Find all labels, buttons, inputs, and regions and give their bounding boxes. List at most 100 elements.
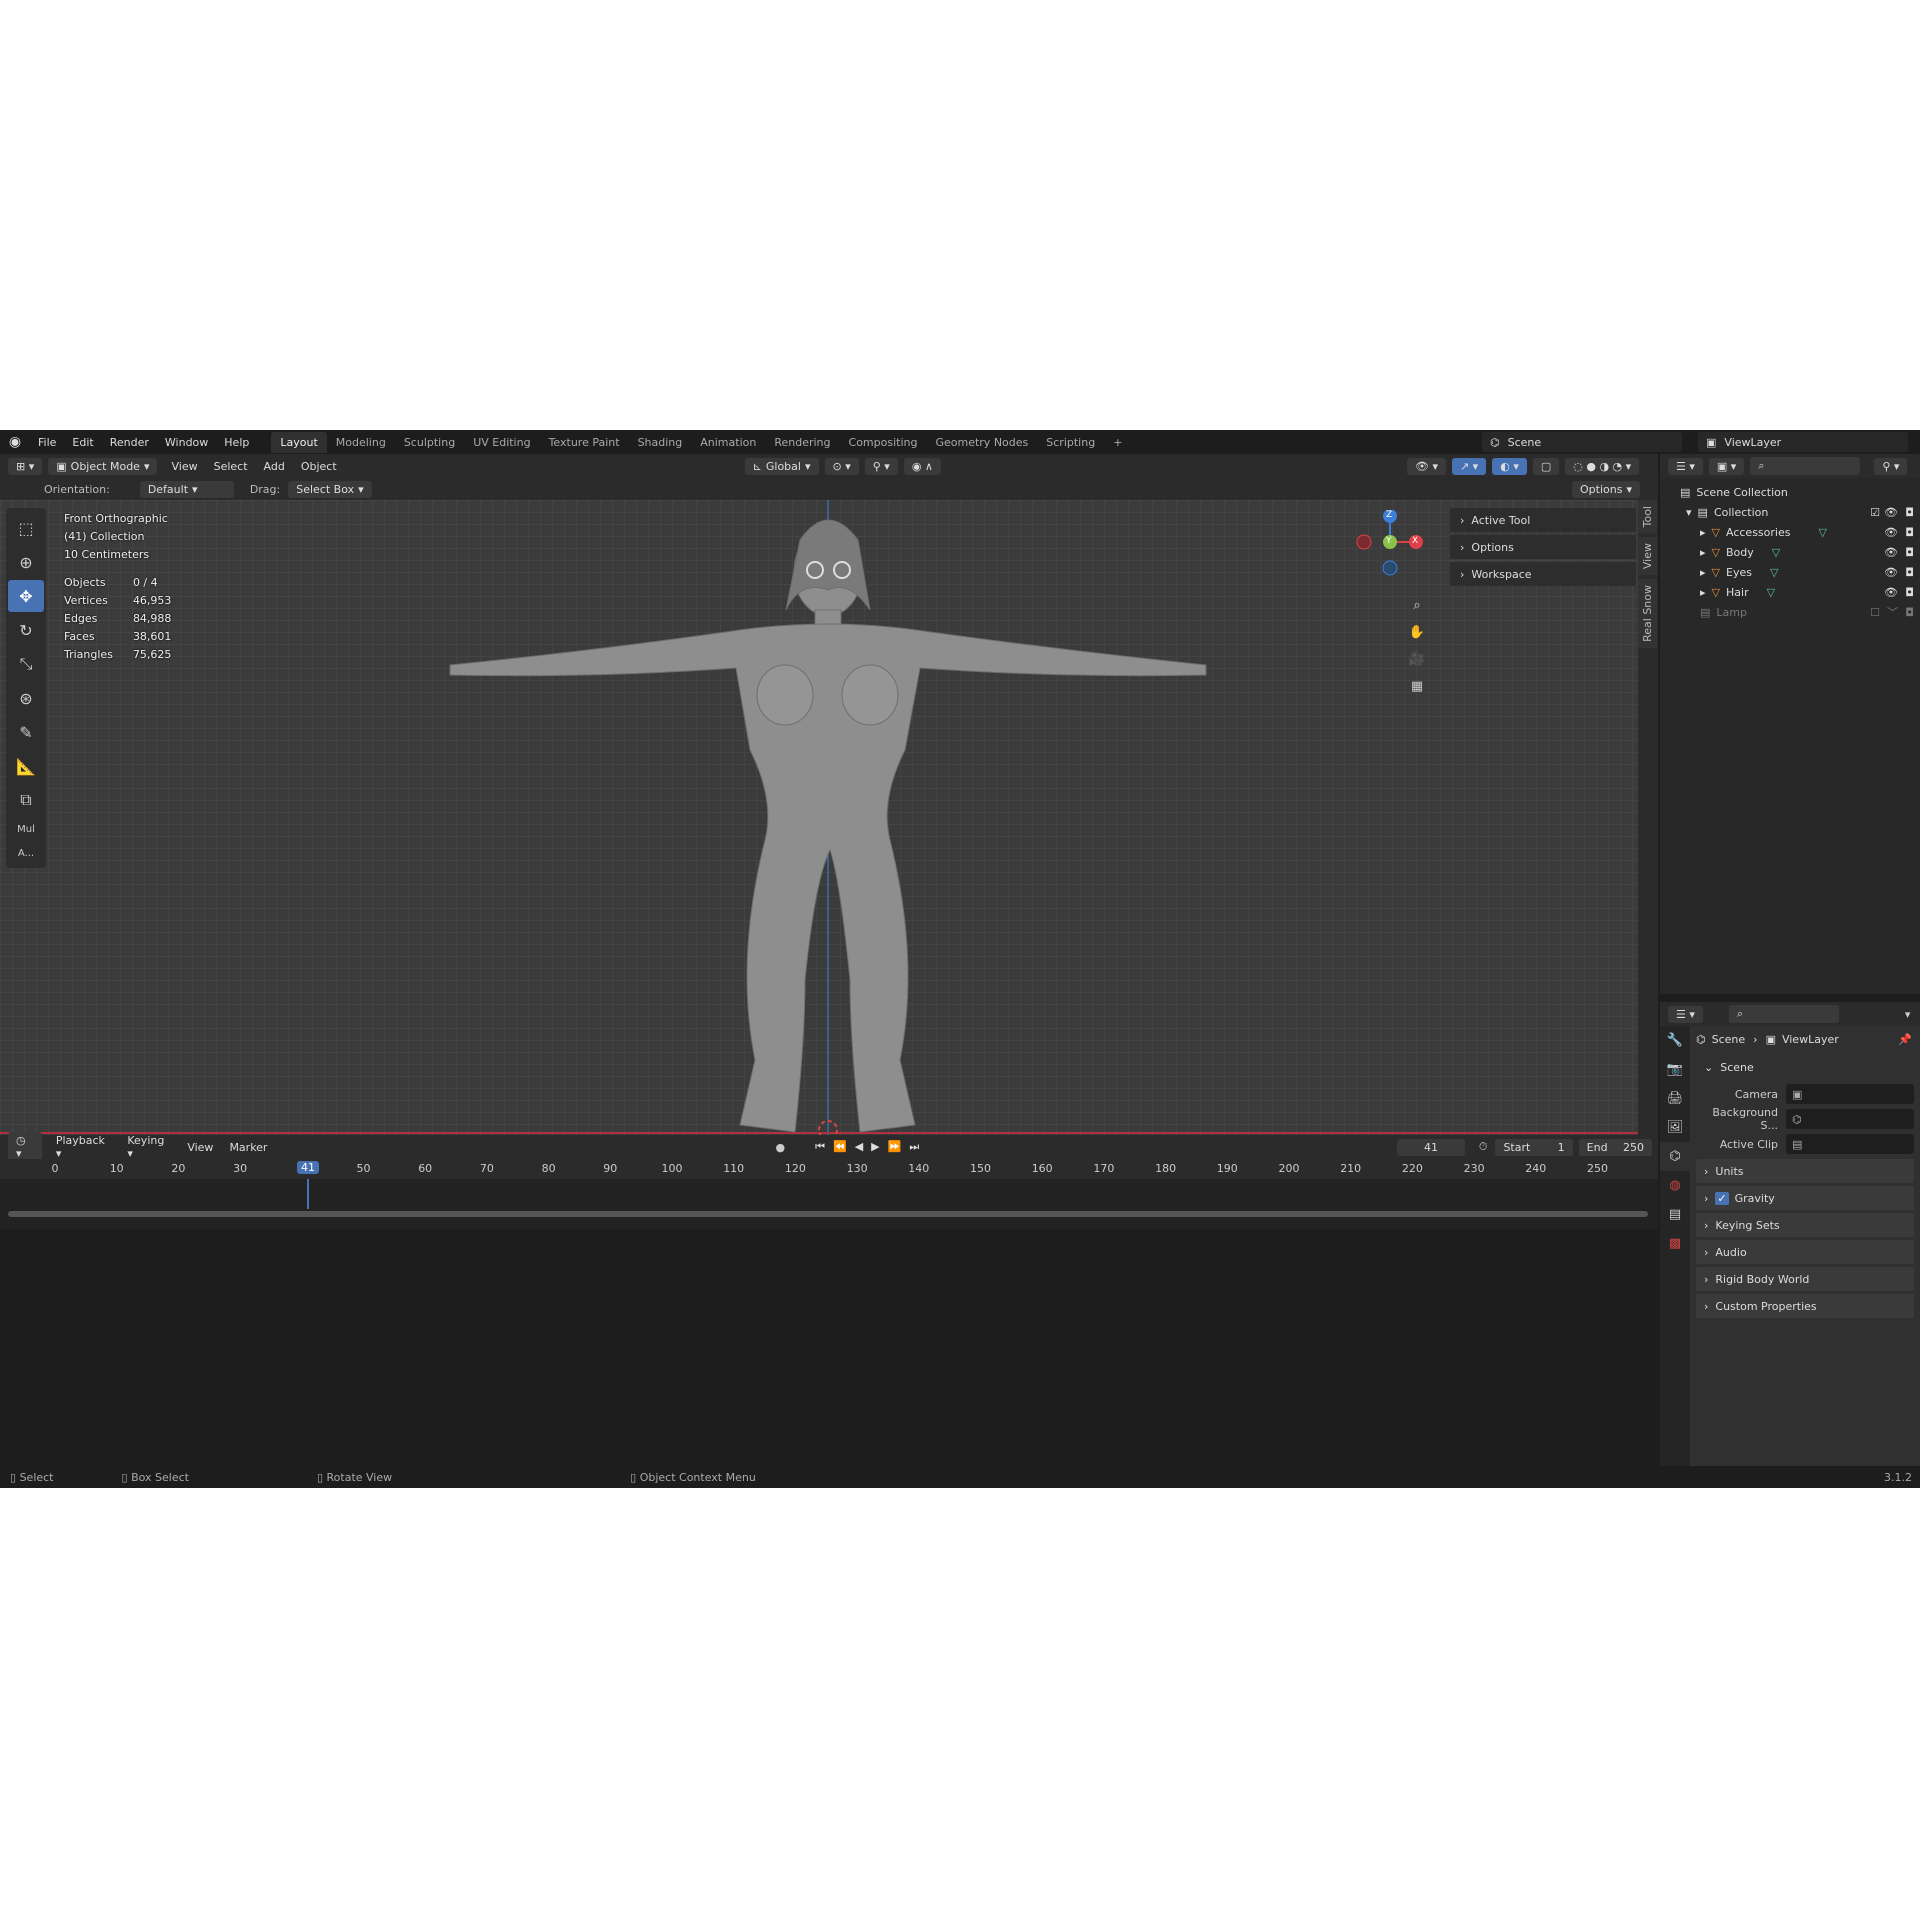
scene-tab-icon[interactable]: ⌬ — [1660, 1142, 1690, 1171]
timeline-editor-icon[interactable]: ◷ ▾ — [8, 1132, 42, 1162]
expand-arrow-icon[interactable]: ▸ — [1700, 526, 1706, 539]
menu-playback[interactable]: Playback ▾ — [48, 1134, 120, 1160]
mesh-data-icon[interactable]: ▽ — [1770, 566, 1778, 579]
world-tab-icon[interactable]: ◍ — [1660, 1171, 1690, 1200]
play-reverse-icon[interactable]: ◀ — [855, 1140, 871, 1153]
panel-active-tool[interactable]: › Active Tool — [1450, 508, 1636, 532]
tab-modeling[interactable]: Modeling — [327, 432, 395, 453]
frame-ruler[interactable]: 41 0 10 20 30 50 60 70 80 90 100 110 120 130 140 150 16… — [0, 1159, 1658, 1179]
camera-input[interactable]: ▣ — [1786, 1084, 1914, 1104]
add-workspace-button[interactable]: + — [1104, 432, 1131, 453]
menu-edit[interactable]: Edit — [64, 436, 101, 449]
tool-tab-icon[interactable]: 🔧 — [1660, 1026, 1690, 1055]
overlay-toggle-icon[interactable]: ◐ ▾ — [1492, 457, 1527, 475]
view-layer-selector[interactable]: ▣ ViewLayer — [1698, 432, 1908, 452]
filter-icon[interactable]: ⚲ ▾ — [1874, 457, 1908, 475]
panel-audio[interactable]: › Audio — [1696, 1240, 1914, 1264]
tab-animation[interactable]: Animation — [691, 432, 765, 453]
outliner-item-body[interactable]: ▸ ▽ Body ▽ 👁 ◘ — [1660, 542, 1920, 562]
collection-row[interactable]: ▾ ▤ Collection ☑ 👁 ◘ — [1660, 502, 1920, 522]
expand-arrow-icon[interactable]: ▸ — [1700, 586, 1706, 599]
tab-texture-paint[interactable]: Texture Paint — [540, 432, 629, 453]
exclude-checkbox[interactable]: ☑ — [1870, 506, 1880, 519]
properties-editor-icon[interactable]: ☰ ▾ — [1668, 1005, 1703, 1023]
character-model[interactable] — [0, 500, 1640, 1135]
options-dropdown[interactable]: Options ▾ — [1572, 480, 1640, 498]
chevron-down-icon[interactable]: ▾ — [1905, 1008, 1911, 1021]
collection-tab-icon[interactable]: ▤ — [1660, 1200, 1690, 1229]
active-clip-input[interactable]: ▤ — [1786, 1134, 1914, 1154]
background-scene-input[interactable]: ⌬ — [1786, 1109, 1914, 1129]
eye-icon[interactable]: 👁 — [1884, 566, 1898, 579]
jump-end-icon[interactable]: ⏭ — [909, 1140, 927, 1153]
panel-rigid-body-world[interactable]: › Rigid Body World — [1696, 1267, 1914, 1291]
properties-search-input[interactable]: ⌕ — [1728, 1005, 1839, 1023]
editor-type-button[interactable]: ⊞ ▾ — [8, 457, 43, 475]
panel-gravity[interactable]: › ✓ Gravity — [1696, 1186, 1914, 1210]
menu-keying[interactable]: Keying ▾ — [119, 1134, 179, 1160]
gravity-checkbox[interactable]: ✓ — [1715, 1191, 1729, 1205]
end-frame-field[interactable]: End 250 — [1578, 1138, 1652, 1156]
outliner-item-accessories[interactable]: ▸ ▽ Accessories ▽ 👁 ◘ — [1660, 522, 1920, 542]
menu-window[interactable]: Window — [157, 436, 216, 449]
blender-logo-icon[interactable]: ◉ — [0, 434, 30, 450]
scene-selector[interactable]: ⌬ Scene — [1482, 432, 1682, 452]
snap-toggle-icon[interactable]: ⚲ ▾ — [864, 457, 898, 475]
stopwatch-icon[interactable]: ⏱ — [1479, 1140, 1488, 1154]
mesh-data-icon[interactable]: ▽ — [1772, 546, 1780, 559]
record-icon[interactable]: ● — [775, 1141, 785, 1154]
playhead[interactable]: 41 — [296, 1161, 319, 1174]
outliner-search-input[interactable]: ⌕ — [1750, 457, 1861, 475]
outliner-item-eyes[interactable]: ▸ ▽ Eyes ▽ 👁 ◘ — [1660, 562, 1920, 582]
eye-icon[interactable]: 👁 — [1884, 546, 1898, 559]
shading-modes[interactable]: ◌ ● ◑ ◔ ▾ — [1565, 457, 1640, 475]
menu-help[interactable]: Help — [216, 436, 257, 449]
expand-arrow-icon[interactable]: ▸ — [1700, 566, 1706, 579]
output-tab-icon[interactable]: 🖨 — [1660, 1084, 1690, 1113]
tab-geometry-nodes[interactable]: Geometry Nodes — [926, 432, 1037, 453]
proportional-edit-icon[interactable]: ◉ ∧ — [903, 457, 941, 475]
next-keyframe-icon[interactable]: ⏩ — [888, 1140, 910, 1153]
drag-dropdown[interactable]: Select Box ▾ — [288, 480, 372, 498]
camera-view-icon[interactable]: 🎥 — [1405, 647, 1429, 671]
eye-icon[interactable]: 👁 — [1884, 586, 1898, 599]
pin-icon[interactable]: 📌 — [1898, 1033, 1912, 1046]
tab-tool[interactable]: Tool — [1638, 500, 1657, 534]
menu-select[interactable]: Select — [206, 460, 256, 473]
prev-keyframe-icon[interactable]: ⏪ — [833, 1140, 855, 1153]
menu-object[interactable]: Object — [293, 460, 345, 473]
tab-scripting[interactable]: Scripting — [1037, 432, 1104, 453]
expand-arrow-icon[interactable]: ▸ — [1700, 546, 1706, 559]
menu-view[interactable]: View — [163, 460, 205, 473]
jump-start-icon[interactable]: ⏮ — [815, 1140, 833, 1153]
visibility-icon[interactable]: 👁 ▾ — [1406, 457, 1446, 475]
eye-icon[interactable]: 👁 — [1884, 506, 1898, 519]
menu-file[interactable]: File — [30, 436, 64, 449]
timeline-scrollbar[interactable] — [8, 1211, 1648, 1217]
menu-render[interactable]: Render — [102, 436, 157, 449]
panel-options[interactable]: › Options — [1450, 535, 1636, 559]
mesh-data-icon[interactable]: ▽ — [1767, 586, 1775, 599]
panel-keying-sets[interactable]: › Keying Sets — [1696, 1213, 1914, 1237]
start-frame-field[interactable]: Start 1 — [1495, 1138, 1573, 1156]
ortho-grid-icon[interactable]: ▦ — [1405, 674, 1429, 698]
tab-rendering[interactable]: Rendering — [765, 432, 839, 453]
menu-view[interactable]: View — [179, 1141, 221, 1154]
navigation-gizmo[interactable]: Z X Y — [1350, 509, 1430, 580]
3d-viewport[interactable]: ⬚ ⊕ ✥ ↻ ⤡ ⊛ ✎ 📐 ⧉ Mul A... Front Orthogr… — [0, 500, 1640, 1135]
pivot-point-button[interactable]: ⊙ ▾ — [824, 457, 859, 475]
transform-orientation-dropdown[interactable]: ⊾ Global ▾ — [744, 457, 819, 475]
eye-icon[interactable]: 👁 — [1884, 526, 1898, 539]
render-camera-icon[interactable]: ◘ — [1905, 546, 1914, 559]
display-mode-icon[interactable]: ▣ ▾ — [1708, 457, 1745, 475]
tab-uv-editing[interactable]: UV Editing — [464, 432, 539, 453]
render-camera-icon[interactable]: ◘ — [1905, 506, 1914, 519]
texture-tab-icon[interactable]: ▩ — [1660, 1229, 1690, 1258]
mesh-data-icon[interactable]: ▽ — [1818, 526, 1826, 539]
panel-units[interactable]: › Units — [1696, 1159, 1914, 1183]
tab-real-snow[interactable]: Real Snow — [1638, 579, 1657, 649]
render-camera-icon[interactable]: ◘ — [1905, 526, 1914, 539]
render-camera-icon[interactable]: ◘ — [1905, 606, 1914, 619]
scene-section-header[interactable]: ⌄ Scene — [1696, 1055, 1914, 1079]
scene-collection-row[interactable]: ▤ Scene Collection — [1660, 482, 1920, 502]
